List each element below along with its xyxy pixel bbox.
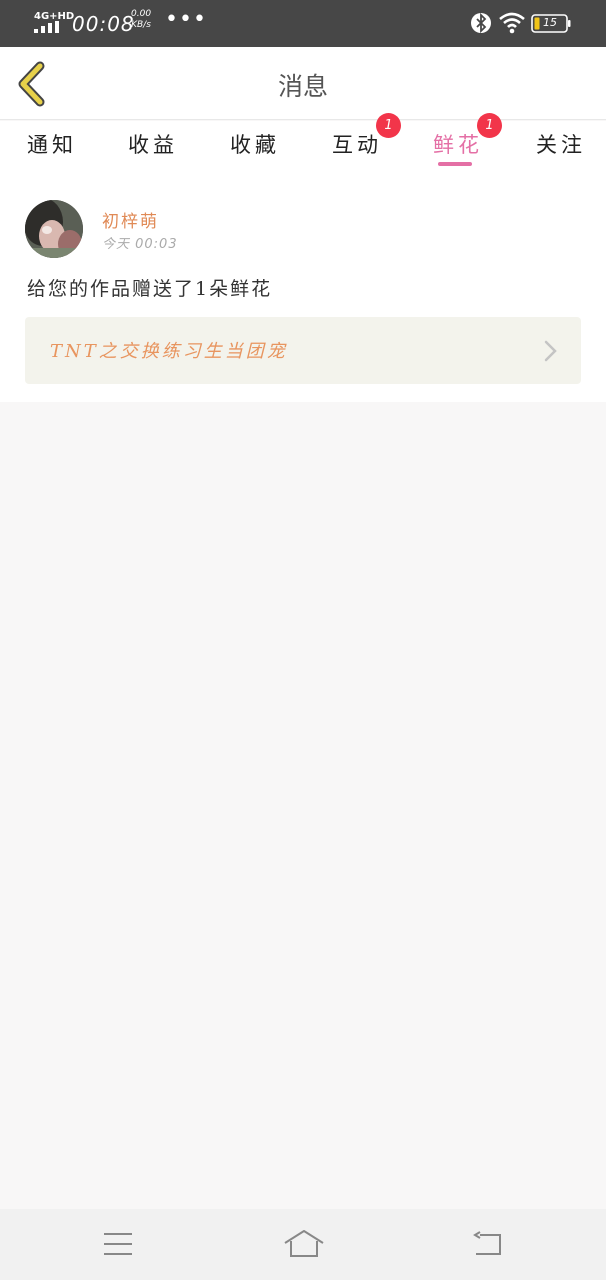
- status-time: 00:08: [72, 12, 135, 36]
- active-tab-indicator: [438, 162, 472, 166]
- tab-notifications[interactable]: 通知: [27, 129, 77, 159]
- flowers-badge: 1: [477, 113, 502, 138]
- back-nav-icon[interactable]: [472, 1231, 504, 1257]
- work-title: TNT之交换练习生当团宠: [50, 341, 288, 362]
- tab-following[interactable]: 关注: [536, 129, 586, 159]
- bluetooth-icon: [471, 12, 491, 34]
- battery-level: 15: [543, 16, 557, 29]
- wifi-icon: [499, 12, 525, 34]
- sender-name[interactable]: 初梓萌: [102, 207, 159, 232]
- tab-bar: 通知 收益 收藏 互动 1 鲜花 1 关注: [0, 113, 606, 174]
- work-card[interactable]: TNT之交换练习生当团宠: [25, 317, 581, 384]
- menu-icon[interactable]: [103, 1231, 133, 1257]
- tab-interactions[interactable]: 互动: [332, 129, 382, 159]
- system-nav-bar: [0, 1209, 606, 1280]
- battery-icon: 15: [531, 14, 571, 33]
- tab-flowers[interactable]: 鲜花: [433, 129, 483, 159]
- page-title: 消息: [277, 72, 328, 101]
- home-icon[interactable]: [283, 1229, 325, 1259]
- message-time: 今天 00:03: [102, 237, 178, 252]
- network-speed: 0.00 KB/s: [131, 9, 151, 31]
- signal-icon: [34, 21, 59, 33]
- speed-unit: KB/s: [131, 20, 151, 30]
- tab-earnings[interactable]: 收益: [128, 129, 178, 159]
- interactions-badge: 1: [376, 113, 401, 138]
- status-bar: 4G+HD 00:08 0.00 KB/s ••• 15: [0, 0, 606, 47]
- chevron-right-icon: [544, 340, 557, 362]
- notification-item: 初梓萌 今天 00:03 给您的作品赠送了1朵鲜花 TNT之交换练习生当团宠: [0, 174, 606, 402]
- header: 消息: [0, 47, 606, 120]
- tab-favorites[interactable]: 收藏: [230, 129, 280, 159]
- more-notifications-icon: •••: [165, 7, 207, 32]
- avatar[interactable]: [25, 200, 83, 258]
- speed-value: 0.00: [131, 9, 152, 19]
- message-text: 给您的作品赠送了1朵鲜花: [27, 278, 273, 300]
